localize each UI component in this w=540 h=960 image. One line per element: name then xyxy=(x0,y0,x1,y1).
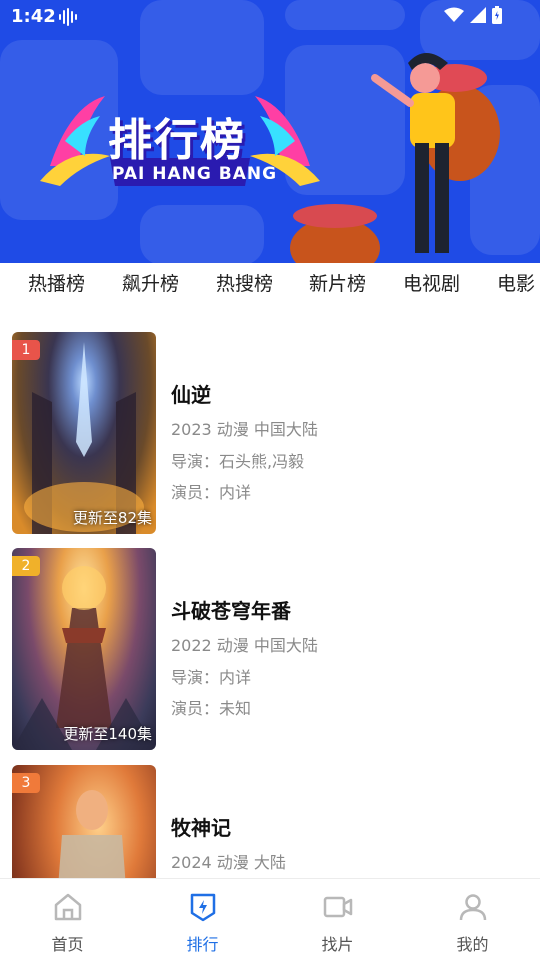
battery-icon xyxy=(492,6,502,24)
item-director: 导演：石头熊,冯毅 xyxy=(171,452,305,471)
item-info: 2023 动漫 中国大陆 xyxy=(171,420,318,439)
voice-wave-icon xyxy=(58,8,78,30)
banner-title: 排行榜 xyxy=(108,115,246,166)
nav-label: 首页 xyxy=(51,935,84,954)
nav-label: 我的 xyxy=(456,935,489,954)
tab-movie[interactable]: 电影 xyxy=(497,269,535,296)
nav-ranking[interactable]: 排行 xyxy=(135,879,270,960)
rank-badge: 3 xyxy=(12,773,40,793)
ranking-banner: 1:42 排行榜 PAI HANG BANG xyxy=(0,0,540,263)
item-title[interactable]: 斗破苍穹年番 xyxy=(171,595,291,624)
tab-hot-search[interactable]: 热搜榜 xyxy=(216,269,273,296)
banner-bg-card xyxy=(140,205,264,263)
poster-image[interactable]: 1 更新至82集 xyxy=(12,332,156,534)
status-time: 1:42 xyxy=(11,6,56,27)
ranking-icon xyxy=(190,893,216,922)
nav-label: 找片 xyxy=(321,935,354,954)
list-item[interactable]: 2 更新至140集 斗破苍穹年番 2022 动漫 中国大陆 导演：内详 演员：未… xyxy=(0,548,540,750)
status-bar: 1:42 xyxy=(0,0,540,34)
nav-home[interactable]: 首页 xyxy=(0,879,135,960)
tab-new-release[interactable]: 新片榜 xyxy=(309,269,366,296)
banner-subtitle: PAI HANG BANG xyxy=(112,164,278,184)
nav-label: 排行 xyxy=(186,935,219,954)
episode-count: 更新至140集 xyxy=(63,725,152,743)
tab-rising[interactable]: 飙升榜 xyxy=(122,269,179,296)
rank-badge: 2 xyxy=(12,556,40,576)
status-icons xyxy=(444,6,502,24)
poster-art xyxy=(12,566,156,750)
character-illustration xyxy=(290,53,500,263)
nav-find-video[interactable]: 找片 xyxy=(270,879,405,960)
person-icon xyxy=(459,894,487,921)
poster-image[interactable]: 2 更新至140集 xyxy=(12,548,156,750)
tab-hot-play[interactable]: 热播榜 xyxy=(28,269,85,296)
signal-icon xyxy=(470,7,486,23)
item-info: 2024 动漫 大陆 xyxy=(171,853,286,872)
tab-tv-series[interactable]: 电视剧 xyxy=(403,269,460,296)
bottom-nav: 首页 排行 找片 我的 xyxy=(0,878,540,960)
item-info: 2022 动漫 中国大陆 xyxy=(171,636,318,655)
item-cast: 演员：内详 xyxy=(171,483,252,502)
poster-art xyxy=(24,342,144,534)
video-camera-icon xyxy=(323,896,353,918)
list-item[interactable]: 1 更新至82集 仙逆 2023 动漫 中国大陆 导演：石头熊,冯毅 演员：内详 xyxy=(0,332,540,534)
ranking-logo: 排行榜 PAI HANG BANG xyxy=(40,86,320,196)
nav-mine[interactable]: 我的 xyxy=(405,879,540,960)
rank-badge: 1 xyxy=(12,340,40,360)
home-icon xyxy=(54,893,82,921)
item-cast: 演员：未知 xyxy=(171,699,252,718)
item-director: 导演：内详 xyxy=(171,668,252,687)
item-title[interactable]: 仙逆 xyxy=(171,379,211,408)
ranking-tabs: 热播榜 飙升榜 热搜榜 新片榜 电视剧 电影 xyxy=(0,263,540,303)
item-title[interactable]: 牧神记 xyxy=(171,812,231,841)
episode-count: 更新至82集 xyxy=(72,509,152,527)
wifi-icon xyxy=(444,7,464,22)
